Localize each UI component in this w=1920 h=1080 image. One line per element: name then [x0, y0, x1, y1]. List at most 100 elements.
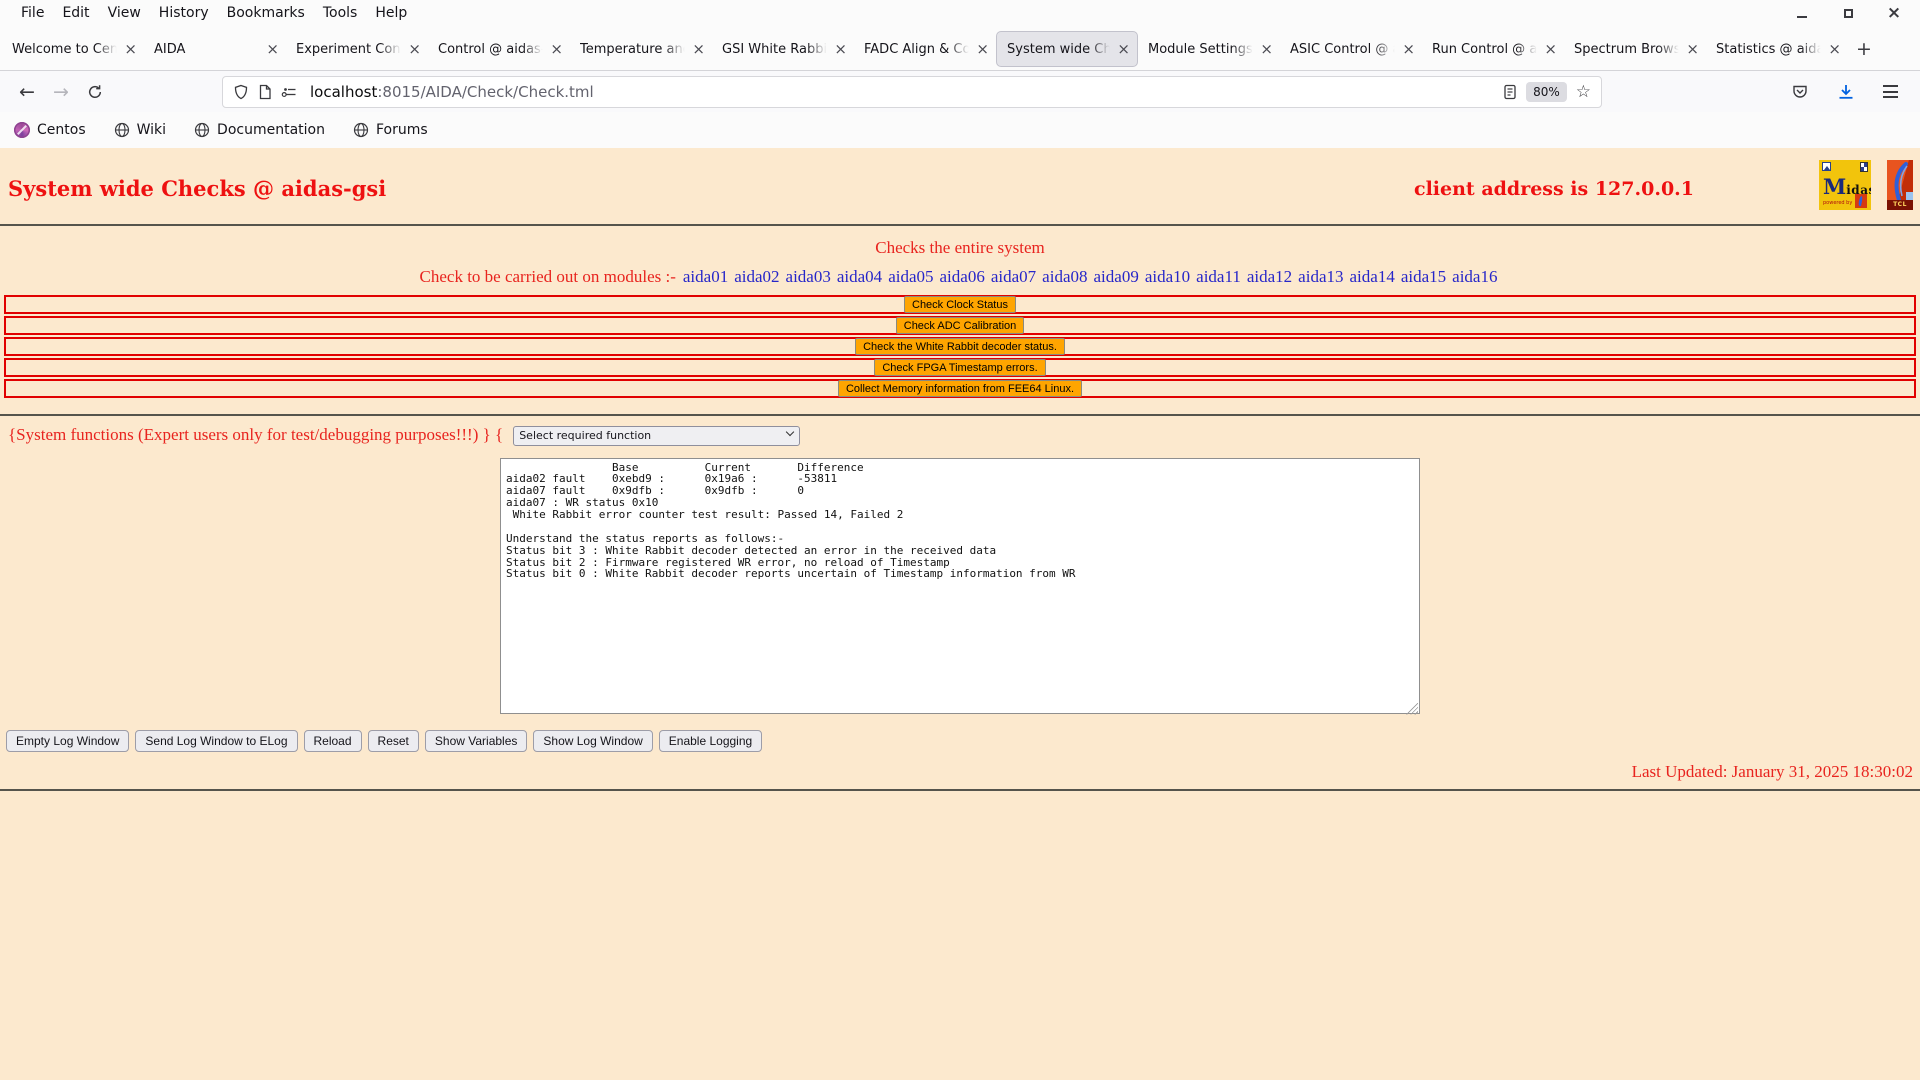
tab-close-icon[interactable]: × — [1682, 41, 1699, 57]
module-link[interactable]: aida11 — [1196, 267, 1241, 286]
check-adc-calibration-button[interactable]: Check ADC Calibration — [895, 317, 1025, 334]
page-title: System wide Checks @ aidas-gsi — [8, 176, 387, 201]
tab-gsi-white-rabbit[interactable]: GSI White Rabbit × — [712, 31, 854, 67]
tab-close-icon[interactable]: × — [1113, 41, 1130, 57]
hamburger-menu-icon[interactable] — [1883, 85, 1898, 98]
tab-welcome[interactable]: Welcome to Cent × — [2, 31, 144, 67]
toolbar-right — [1791, 83, 1910, 101]
back-icon[interactable]: ← — [10, 76, 44, 108]
tab-experiment-control[interactable]: Experiment Contr × — [286, 31, 428, 67]
bookmark-centos[interactable]: Centos — [14, 122, 86, 138]
check-row: Check ADC Calibration — [4, 316, 1916, 335]
download-icon[interactable] — [1837, 84, 1855, 100]
close-icon[interactable]: × — [1886, 4, 1902, 21]
pocket-icon[interactable] — [1791, 83, 1809, 101]
log-window-wrap: Base Current Difference aida02 fault 0xe… — [500, 457, 1420, 718]
zoom-level-badge[interactable]: 80% — [1526, 81, 1567, 102]
url-bar[interactable]: localhost:8015/AIDA/Check/Check.tml 80% … — [222, 75, 1602, 108]
menu-help[interactable]: Help — [366, 3, 416, 23]
tcl-logo[interactable]: TCL — [1887, 160, 1913, 210]
send-log-to-elog-button[interactable]: Send Log Window to ELog — [135, 729, 298, 752]
function-select[interactable]: Select required function — [513, 425, 801, 446]
minimize-icon[interactable] — [1794, 5, 1810, 21]
show-log-window-button[interactable]: Show Log Window — [533, 729, 653, 752]
module-link[interactable]: aida02 — [734, 267, 779, 286]
reload-icon[interactable] — [78, 76, 112, 108]
window-controls: × — [1794, 4, 1920, 21]
tab-module-settings[interactable]: Module Settings × — [1138, 31, 1280, 67]
tab-close-icon[interactable]: × — [1824, 41, 1841, 57]
tab-close-icon[interactable]: × — [262, 41, 279, 57]
globe-icon — [114, 122, 130, 138]
tab-close-icon[interactable]: × — [1398, 41, 1415, 57]
check-white-rabbit-button[interactable]: Check the White Rabbit decoder status. — [855, 338, 1065, 355]
modules-line: Check to be carried out on modules :- aid… — [0, 267, 1920, 287]
bookmark-documentation[interactable]: Documentation — [194, 122, 325, 138]
tab-system-wide-checks[interactable]: System wide Che × — [996, 31, 1138, 67]
reset-button[interactable]: Reset — [367, 729, 419, 752]
module-link[interactable]: aida01 — [683, 267, 728, 286]
divider — [0, 788, 1920, 791]
module-link[interactable]: aida06 — [940, 267, 985, 286]
tab-close-icon[interactable]: × — [688, 41, 705, 57]
menu-history[interactable]: History — [150, 3, 218, 23]
shield-icon[interactable] — [233, 84, 249, 100]
empty-log-window-button[interactable]: Empty Log Window — [6, 729, 130, 752]
module-link[interactable]: aida10 — [1145, 267, 1190, 286]
tab-close-icon[interactable]: × — [1540, 41, 1557, 57]
module-link[interactable]: aida04 — [837, 267, 882, 286]
bookmark-forums[interactable]: Forums — [353, 122, 428, 138]
page-icon[interactable] — [258, 84, 272, 100]
check-fpga-timestamp-button[interactable]: Check FPGA Timestamp errors. — [874, 359, 1046, 376]
tab-close-icon[interactable]: × — [404, 41, 421, 57]
bookmark-star-icon[interactable]: ☆ — [1576, 82, 1591, 102]
module-link[interactable]: aida15 — [1401, 267, 1446, 286]
midas-logo[interactable]: Midas powered by — [1819, 160, 1871, 210]
menu-view[interactable]: View — [99, 3, 150, 23]
menu-tools[interactable]: Tools — [314, 3, 367, 23]
module-link[interactable]: aida16 — [1452, 267, 1497, 286]
action-buttons-row: Empty Log Window Send Log Window to ELog… — [0, 718, 1920, 752]
check-clock-status-button[interactable]: Check Clock Status — [904, 296, 1016, 313]
menu-file[interactable]: File — [12, 3, 53, 23]
forward-icon[interactable]: → — [44, 76, 78, 108]
tab-aida[interactable]: AIDA × — [144, 31, 286, 67]
show-variables-button[interactable]: Show Variables — [424, 729, 528, 752]
tab-run-control[interactable]: Run Control @ ai × — [1422, 31, 1564, 67]
enable-logging-button[interactable]: Enable Logging — [658, 729, 763, 752]
tab-fadc-align[interactable]: FADC Align & Co × — [854, 31, 996, 67]
tab-temperature[interactable]: Temperature and × — [570, 31, 712, 67]
tab-asic-control[interactable]: ASIC Control @ a × — [1280, 31, 1422, 67]
tab-close-icon[interactable]: × — [830, 41, 847, 57]
collect-memory-info-button[interactable]: Collect Memory information from FEE64 Li… — [837, 380, 1083, 397]
module-link[interactable]: aida14 — [1350, 267, 1395, 286]
divider — [0, 224, 1920, 226]
maximize-icon[interactable] — [1840, 5, 1856, 21]
reader-view-icon[interactable] — [1503, 84, 1517, 100]
new-tab-button[interactable]: + — [1848, 33, 1880, 65]
tab-statistics[interactable]: Statistics @ aida × — [1706, 31, 1848, 67]
module-link[interactable]: aida07 — [991, 267, 1036, 286]
module-link[interactable]: aida03 — [786, 267, 831, 286]
tab-close-icon[interactable]: × — [1256, 41, 1273, 57]
check-row: Check Clock Status — [4, 295, 1916, 314]
log-window[interactable]: Base Current Difference aida02 fault 0xe… — [500, 457, 1420, 714]
tab-control[interactable]: Control @ aidas- × — [428, 31, 570, 67]
tab-spectrum-browser[interactable]: Spectrum Brows × — [1564, 31, 1706, 67]
modules-label: Check to be carried out on modules :- — [419, 267, 676, 286]
client-address: client address is 127.0.0.1 — [1414, 178, 1694, 200]
module-link[interactable]: aida05 — [888, 267, 933, 286]
page-subtitle: Checks the entire system — [875, 238, 1045, 257]
reload-button[interactable]: Reload — [303, 729, 362, 752]
module-link[interactable]: aida13 — [1298, 267, 1343, 286]
menu-bookmarks[interactable]: Bookmarks — [218, 3, 314, 23]
connection-icon[interactable] — [281, 86, 297, 98]
bookmark-wiki[interactable]: Wiki — [114, 122, 166, 138]
tab-close-icon[interactable]: × — [120, 41, 137, 57]
module-link[interactable]: aida09 — [1094, 267, 1139, 286]
tab-close-icon[interactable]: × — [972, 41, 989, 57]
menu-edit[interactable]: Edit — [53, 3, 98, 23]
tab-close-icon[interactable]: × — [546, 41, 563, 57]
module-link[interactable]: aida12 — [1247, 267, 1292, 286]
module-link[interactable]: aida08 — [1042, 267, 1087, 286]
